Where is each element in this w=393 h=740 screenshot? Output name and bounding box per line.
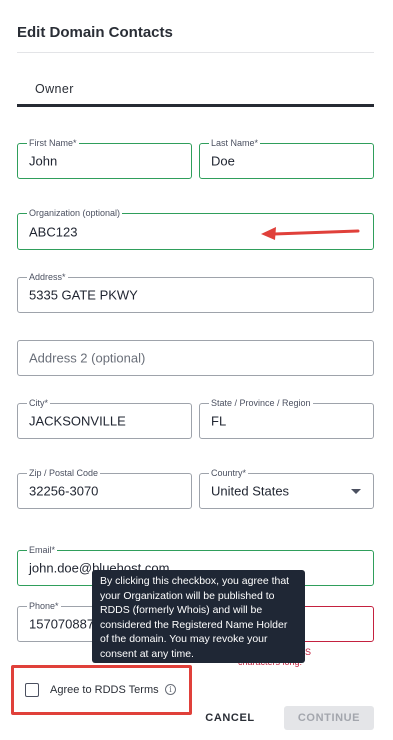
zip-label: Zip / Postal Code bbox=[27, 468, 101, 479]
address-field[interactable]: Address* 5335 GATE PKWY bbox=[17, 272, 374, 313]
city-value: JACKSONVILLE bbox=[29, 413, 126, 429]
first-name-value: John bbox=[29, 153, 58, 169]
address-value: 5335 GATE PKWY bbox=[29, 287, 138, 303]
address2-field[interactable]: Address 2 (optional) bbox=[17, 340, 374, 376]
country-label: Country* bbox=[209, 468, 249, 479]
city-field[interactable]: City* JACKSONVILLE bbox=[17, 398, 192, 439]
annotation-arrow-icon bbox=[261, 227, 360, 240]
state-field[interactable]: State / Province / Region FL bbox=[199, 398, 374, 439]
rdds-terms-tooltip: By clicking this checkbox, you agree tha… bbox=[92, 570, 305, 663]
state-value: FL bbox=[211, 413, 227, 429]
first-name-label: First Name* bbox=[27, 138, 79, 149]
first-name-field[interactable]: First Name* John bbox=[17, 138, 192, 179]
address-label: Address* bbox=[27, 272, 68, 283]
last-name-field[interactable]: Last Name* Doe bbox=[199, 138, 374, 179]
email-label: Email* bbox=[27, 545, 58, 556]
country-select[interactable]: Country* United States bbox=[199, 468, 374, 509]
rdds-terms-label[interactable]: Agree to RDDS Terms bbox=[50, 684, 159, 696]
address2-placeholder: Address 2 (optional) bbox=[29, 350, 146, 366]
last-name-label: Last Name* bbox=[209, 138, 261, 149]
city-label: City* bbox=[27, 398, 51, 409]
dialog-title: Edit Domain Contacts bbox=[17, 24, 173, 41]
info-icon[interactable]: i bbox=[165, 684, 176, 695]
organization-value: ABC123 bbox=[29, 224, 78, 239]
title-divider bbox=[17, 52, 374, 53]
phone-label: Phone* bbox=[27, 601, 61, 612]
cancel-button[interactable]: CANCEL bbox=[196, 706, 264, 730]
last-name-value: Doe bbox=[211, 153, 235, 169]
continue-button[interactable]: CONTINUE bbox=[284, 706, 374, 730]
chevron-down-icon bbox=[351, 489, 361, 494]
tab-owner-label: Owner bbox=[35, 82, 74, 96]
zip-field[interactable]: Zip / Postal Code 32256-3070 bbox=[17, 468, 192, 509]
phone-ext-error-text: S bbox=[305, 647, 312, 657]
state-label: State / Province / Region bbox=[209, 398, 313, 409]
tab-active-indicator bbox=[17, 104, 374, 107]
country-value: United States bbox=[211, 483, 290, 499]
tab-owner[interactable]: Owner bbox=[17, 70, 374, 107]
organization-label: Organization (optional) bbox=[27, 208, 123, 219]
zip-value: 32256-3070 bbox=[29, 483, 99, 499]
rdds-terms-checkbox[interactable] bbox=[25, 683, 39, 697]
